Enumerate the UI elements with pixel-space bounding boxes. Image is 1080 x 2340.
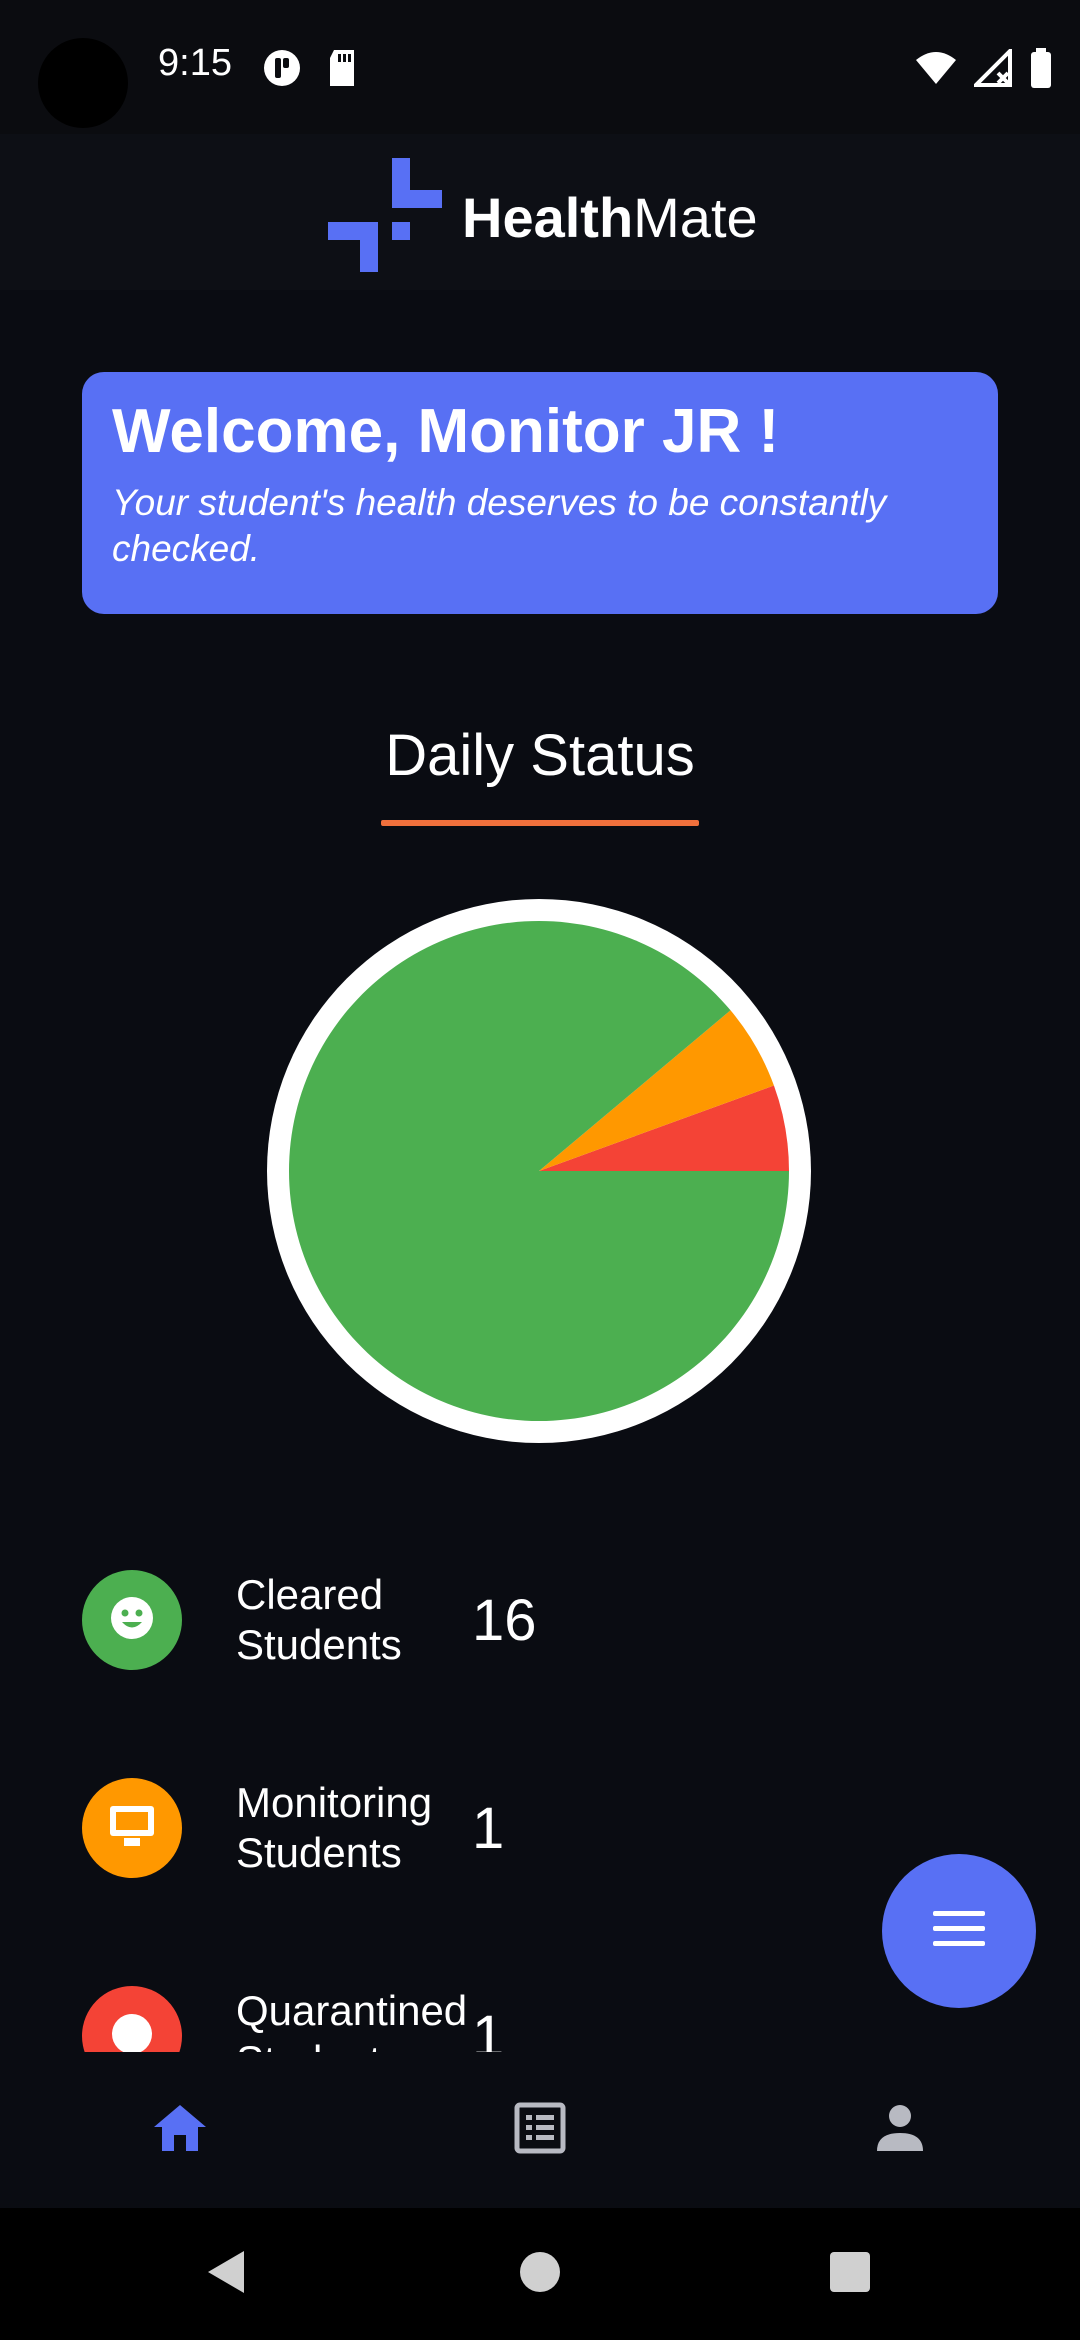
- system-recents-button[interactable]: [826, 2250, 874, 2298]
- stat-cleared-label-line2: Students: [236, 1621, 402, 1669]
- quarantine-icon: [109, 2011, 155, 2052]
- brand-name-bold: Health: [462, 185, 634, 249]
- back-triangle-icon: [204, 2249, 248, 2299]
- home-circle-icon: [518, 2250, 562, 2298]
- stat-cleared-students: Cleared Students 16: [82, 1570, 537, 1671]
- monitor-icon: [108, 1804, 156, 1852]
- stat-quarantined-students: Quarantined Students 1: [82, 1986, 504, 2052]
- stat-monitoring-students: Monitoring Students 1: [82, 1778, 504, 1879]
- menu-icon: [933, 1911, 985, 1951]
- recents-square-icon: [828, 2250, 872, 2298]
- nav-list-button[interactable]: [510, 2100, 570, 2160]
- sd-card-icon: [326, 48, 358, 92]
- brand-logo: HealthMate: [328, 158, 758, 276]
- stat-cleared-label: Cleared Students: [236, 1570, 456, 1671]
- stat-monitoring-label-line2: Students: [236, 1829, 402, 1877]
- stat-quarantined-label-line1: Quarantined: [236, 1987, 468, 2034]
- status-time: 9:15: [158, 42, 232, 84]
- stat-quarantined-label-line2: Students: [236, 2036, 456, 2052]
- cellular-no-signal-icon: [971, 46, 1014, 91]
- stat-monitoring-icon-circle: [82, 1778, 182, 1879]
- brand-name-light: Mate: [633, 185, 758, 249]
- system-navigation-bar: [0, 2208, 1080, 2340]
- daily-status-pie-chart: [267, 899, 811, 1443]
- app-notification-icon: [262, 48, 302, 92]
- stat-cleared-icon-circle: [82, 1570, 182, 1671]
- healthmate-logo-icon: [328, 158, 442, 276]
- stat-monitoring-label: Monitoring Students: [236, 1778, 456, 1879]
- stat-quarantined-icon-circle: [82, 1986, 182, 2052]
- system-back-button[interactable]: [202, 2250, 250, 2298]
- app-header: HealthMate: [0, 134, 1080, 290]
- stat-monitoring-label-line1: Monitoring: [236, 1779, 433, 1826]
- home-icon: [152, 2103, 208, 2157]
- welcome-subtitle: Your student's health deserves to be con…: [112, 482, 887, 570]
- system-home-button[interactable]: [516, 2250, 564, 2298]
- welcome-card: Welcome, Monitor JR ! Your student's hea…: [82, 372, 998, 614]
- brand-name: HealthMate: [462, 185, 758, 250]
- stat-cleared-value: 16: [472, 1587, 537, 1653]
- stat-quarantined-label: Quarantined Students: [236, 1986, 468, 2052]
- list-icon: [514, 2102, 566, 2158]
- stat-monitoring-value: 1: [472, 1795, 505, 1861]
- person-icon: [875, 2103, 925, 2157]
- wifi-icon: [914, 50, 958, 90]
- notification-icons: [262, 48, 358, 92]
- system-status-icons: [914, 46, 1052, 92]
- nav-profile-button[interactable]: [870, 2100, 930, 2160]
- bottom-navigation: [0, 2052, 1080, 2208]
- daily-status-underline: [381, 820, 699, 826]
- menu-fab-button[interactable]: [882, 1854, 1036, 2008]
- daily-status-title: Daily Status: [385, 723, 695, 788]
- status-bar: 9:15: [0, 0, 1080, 134]
- battery-icon: [1030, 48, 1052, 92]
- pie-slice-cleared: [289, 921, 789, 1421]
- camera-cutout: [38, 38, 128, 128]
- nav-home-button[interactable]: [150, 2100, 210, 2160]
- stat-cleared-label-line1: Cleared: [236, 1571, 384, 1618]
- pie-slices: [289, 921, 789, 1421]
- welcome-title: Welcome, Monitor JR !: [112, 397, 780, 466]
- smiley-face-icon: [109, 1595, 155, 1645]
- stat-quarantined-value: 1: [472, 2003, 505, 2052]
